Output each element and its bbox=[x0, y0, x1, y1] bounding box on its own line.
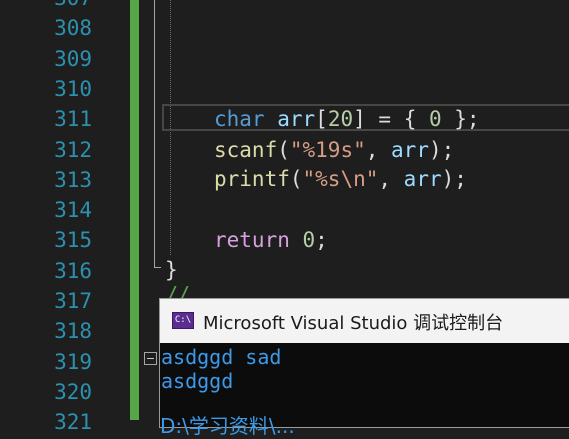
line-number-gutter: 307 308 309 310 311 312 313 314 315 316 317 318 319 3… bbox=[0, 0, 128, 434]
console-titlebar[interactable]: C:\ Microsoft Visual Studio 调试控制台 bbox=[160, 299, 569, 343]
change-tracking-bar bbox=[130, 0, 139, 420]
bracket-open: [ bbox=[315, 107, 328, 131]
collapse-toggle[interactable] bbox=[144, 352, 157, 365]
console-title: Microsoft Visual Studio 调试控制台 bbox=[203, 313, 504, 334]
punctuation-end: ); bbox=[428, 138, 455, 162]
string-literal: "%19s" bbox=[289, 138, 366, 162]
line-number: 310 bbox=[54, 76, 92, 101]
line-number: 316 bbox=[54, 258, 92, 283]
punctuation-end: ; bbox=[315, 228, 328, 252]
paren-open: ( bbox=[289, 167, 303, 191]
fold-guide-line bbox=[154, 0, 155, 268]
paren-open: ( bbox=[277, 138, 290, 162]
console-output-line-1: asdggd sad bbox=[161, 345, 282, 369]
function-scanf: scanf bbox=[214, 138, 278, 162]
line-number: 312 bbox=[54, 137, 92, 162]
line-number: 318 bbox=[54, 319, 92, 344]
identifier-arr: arr bbox=[403, 167, 442, 191]
string-literal: "%s\n" bbox=[302, 167, 379, 191]
identifier-arr: arr bbox=[277, 107, 316, 131]
number-literal: 20 bbox=[327, 107, 354, 131]
line-number: 307 bbox=[0, 0, 92, 13]
console-output-partial: D:\学习资料\... bbox=[160, 414, 295, 438]
punctuation: ] = { bbox=[353, 107, 429, 131]
punctuation-end: ); bbox=[441, 167, 467, 191]
fold-guide-end bbox=[154, 267, 161, 268]
closing-brace[interactable]: } bbox=[165, 255, 178, 285]
line-number: 321 bbox=[54, 410, 92, 435]
number-zero: 0 bbox=[428, 107, 442, 131]
identifier-arr: arr bbox=[391, 138, 429, 162]
line-number: 308 bbox=[54, 16, 92, 41]
code-line-313[interactable]: printf("%s\n", arr); bbox=[214, 164, 467, 194]
line-number: 311 bbox=[54, 107, 92, 132]
console-app-icon: C:\ bbox=[172, 312, 194, 329]
function-printf: printf bbox=[214, 167, 290, 191]
line-number: 315 bbox=[54, 228, 92, 253]
line-number: 317 bbox=[54, 289, 92, 313]
code-line-312[interactable]: scanf("%19s", arr); bbox=[214, 135, 454, 165]
debug-console-window[interactable]: C:\ Microsoft Visual Studio 调试控制台 asdggd… bbox=[159, 298, 569, 428]
line-number: 314 bbox=[54, 198, 92, 223]
line-number: 319 bbox=[54, 349, 92, 374]
punctuation-end: }; bbox=[441, 107, 480, 131]
line-number: 313 bbox=[54, 167, 92, 192]
keyword-char: char bbox=[214, 107, 265, 131]
console-output-line-2: asdggd bbox=[161, 369, 234, 393]
keyword-return: return bbox=[214, 228, 290, 252]
comma: , bbox=[365, 138, 392, 162]
number-zero: 0 bbox=[302, 228, 316, 252]
line-number: 320 bbox=[54, 379, 92, 404]
code-line-315[interactable]: return 0; bbox=[214, 225, 328, 255]
line-number: 309 bbox=[54, 46, 92, 71]
comma: , bbox=[378, 167, 404, 191]
code-line-311[interactable]: char arr[20] = { 0 }; bbox=[214, 104, 480, 134]
